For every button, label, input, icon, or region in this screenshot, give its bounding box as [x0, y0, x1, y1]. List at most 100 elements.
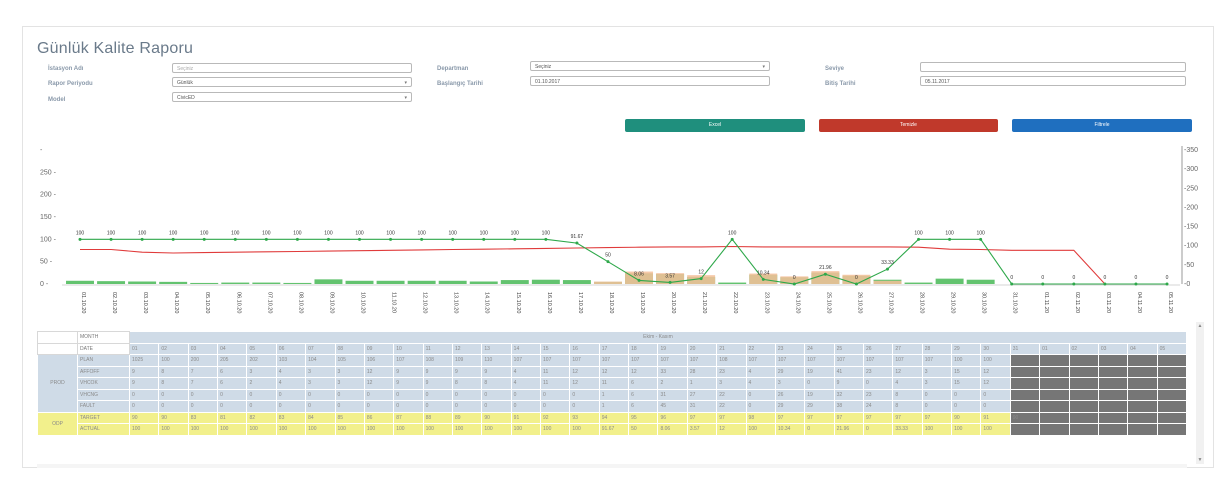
point-label: 12	[698, 270, 704, 276]
table-cell: 107	[892, 354, 923, 367]
point-label: 100	[169, 230, 178, 236]
table-cell: 107	[393, 354, 424, 367]
x-tick-label: 19.10.20	[639, 292, 645, 313]
table-cell	[1068, 411, 1099, 424]
table-row: VHCNG 0 0 0 0 0 0 0 0 0 0 0 0 0 0 0 0 1 6 31 27 22 0 26 19 32 23 8 0…	[38, 388, 1188, 401]
table-cell: 97	[862, 411, 894, 424]
x-tick-label: 17.10.20	[577, 292, 583, 313]
date-cell: 25	[833, 342, 864, 355]
date-cell: 02	[158, 342, 189, 355]
table-cell: 83	[275, 411, 307, 424]
point-label: 91.67	[571, 234, 584, 240]
point-label: 0	[1135, 275, 1138, 281]
bar-affoff	[252, 282, 281, 284]
date-cell: 30	[980, 342, 1011, 355]
table-cell: 0	[217, 388, 248, 401]
month-value: Ekim - Kasım	[129, 331, 1187, 344]
quality-table: MONTH Ekim - Kasım DATE 01 02 03 04 05 06 07 08 09 1…	[37, 331, 1188, 436]
point-label: 100	[324, 230, 333, 236]
table-cell: 9	[833, 377, 864, 390]
actual-point	[854, 282, 858, 286]
table-cell: 103	[275, 354, 307, 367]
actual-point	[451, 237, 455, 241]
table-cell	[1156, 388, 1188, 401]
table-cell	[1127, 423, 1158, 436]
table-cell	[1097, 377, 1129, 390]
actual-point	[1165, 282, 1169, 286]
table-cell: 7	[187, 377, 219, 390]
date-cell: 21	[716, 342, 747, 355]
odp-group-label: ODP	[37, 411, 78, 436]
scroll-down-icon[interactable]: ▼	[1196, 456, 1204, 464]
table-cell: 3	[774, 377, 806, 390]
bar-affoff	[438, 280, 467, 284]
table-cell: 27	[686, 388, 718, 401]
table-cell: 29	[774, 400, 806, 413]
table-row: VHCOK 9 8 7 6 2 4 3 3 12 9 9 8 8 4 11 12 11 6 2 1 3 4 3 0 9 0 4 3 15 1…	[38, 377, 1188, 390]
table-cell: 107	[510, 354, 542, 367]
bar-vhcng	[873, 280, 902, 284]
table-cell: 12	[980, 377, 1011, 390]
date-cell: 16	[569, 342, 600, 355]
point-label: 100	[293, 230, 302, 236]
table-cell: 15	[951, 377, 982, 390]
table-cell: 105	[334, 354, 365, 367]
table-cell: 6	[217, 377, 248, 390]
table-cell	[1156, 354, 1188, 367]
table-cell: 0	[451, 388, 483, 401]
table-cell: 0	[275, 400, 307, 413]
table-cell: 100	[217, 423, 248, 436]
table-cell: 107	[862, 354, 894, 367]
table-cell: 96	[657, 411, 688, 424]
table-cell: 100	[187, 423, 219, 436]
table-cell: 1	[598, 388, 630, 401]
table-cell: 6	[628, 400, 659, 413]
x-tick-label: 02.10.20	[111, 292, 117, 313]
table-cell: 0	[246, 400, 277, 413]
table-cell: 0	[363, 388, 395, 401]
actual-point	[140, 237, 144, 241]
table-cell: 1	[686, 377, 718, 390]
actual-point	[233, 237, 237, 241]
table-cell: 2	[246, 377, 277, 390]
table-cell	[1127, 411, 1158, 424]
table-cell: 97	[833, 411, 864, 424]
table-cell: 11	[540, 365, 571, 378]
table-cell: 107	[598, 354, 630, 367]
vertical-scrollbar[interactable]: ▲ ▼	[1196, 322, 1204, 464]
date-cell: 18	[628, 342, 659, 355]
table-cell: 0	[187, 400, 219, 413]
actual-point	[699, 277, 703, 281]
table-cell: 107	[569, 354, 600, 367]
point-label: 100	[231, 230, 240, 236]
scroll-up-icon[interactable]: ▲	[1196, 322, 1204, 330]
table-cell: 0	[305, 400, 336, 413]
table-cell: 97	[716, 411, 747, 424]
date-cell: 05	[246, 342, 277, 355]
date-cell: 29	[951, 342, 982, 355]
x-tick-label: 04.11.20	[1136, 292, 1142, 313]
x-tick-label: 01.11.20	[1043, 292, 1049, 313]
actual-point	[606, 260, 610, 264]
table-cell: 4	[745, 377, 776, 390]
table-cell: 109	[451, 354, 483, 367]
table-cell: 6	[628, 388, 659, 401]
point-label: 100	[386, 230, 395, 236]
date-cell: 14	[510, 342, 542, 355]
horizontal-scrollbar[interactable]	[37, 464, 1187, 468]
point-label: 100	[262, 230, 271, 236]
table-cell: 1025	[128, 354, 160, 367]
table-cell: 0	[862, 423, 894, 436]
x-tick-label: 20.10.20	[670, 292, 676, 313]
row-label: VHCNG	[77, 388, 130, 401]
table-cell: 97	[892, 411, 923, 424]
table-cell	[1127, 388, 1158, 401]
point-label: 0	[855, 275, 858, 281]
point-label: 100	[107, 230, 116, 236]
row-label: PLAN	[77, 354, 130, 367]
actual-point	[668, 280, 672, 284]
actual-point	[885, 267, 889, 271]
point-label: 8.06	[634, 271, 644, 277]
table-cell: 202	[246, 354, 277, 367]
actual-line	[80, 238, 1167, 285]
